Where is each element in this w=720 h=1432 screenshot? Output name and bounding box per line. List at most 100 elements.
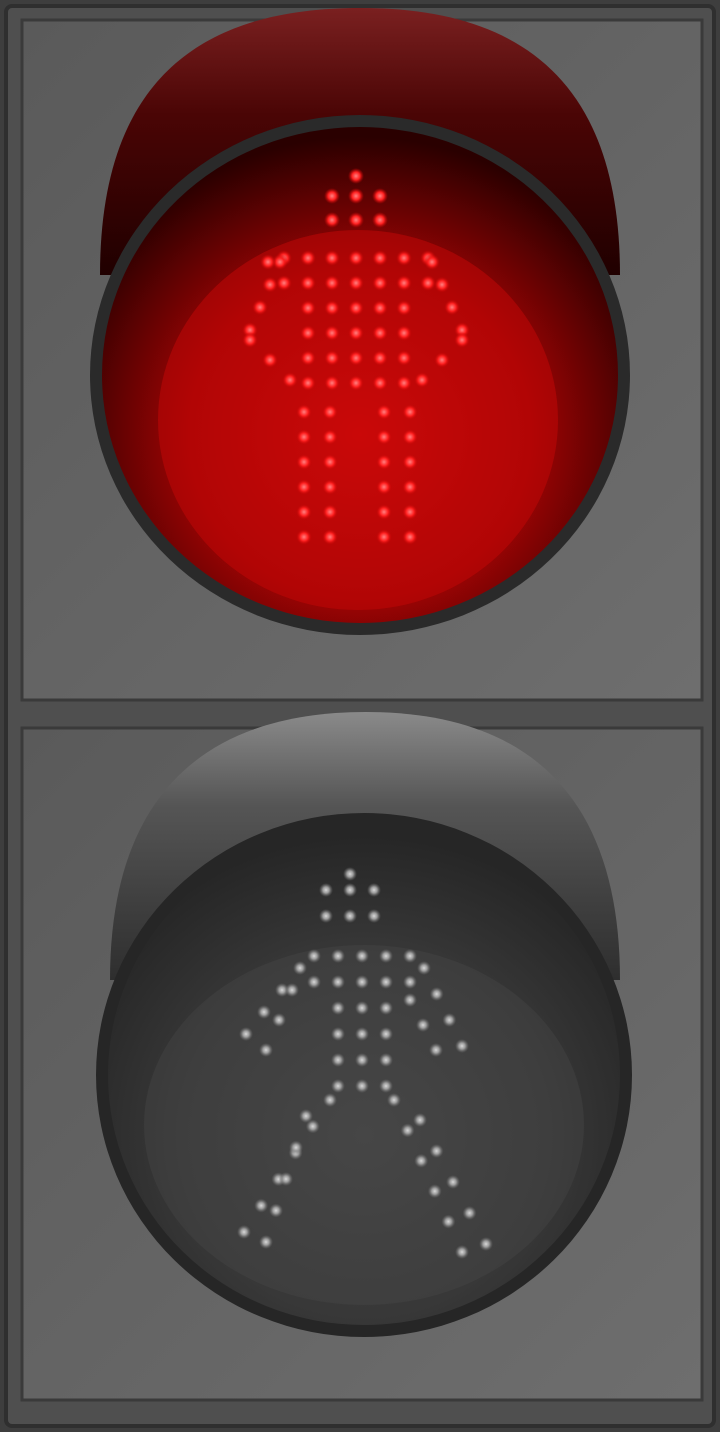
- led-dot: [324, 325, 340, 341]
- led-dot: [416, 1018, 430, 1032]
- led-dot: [293, 961, 307, 975]
- led-dot: [414, 372, 430, 388]
- led-dot: [300, 350, 316, 366]
- led-dot: [429, 1144, 444, 1158]
- led-dot: [376, 504, 392, 520]
- led-dot: [322, 479, 338, 495]
- led-dot: [343, 883, 357, 897]
- led-dot: [319, 883, 333, 897]
- led-dot: [355, 1001, 369, 1015]
- led-dot: [296, 429, 312, 445]
- led-dot: [331, 975, 345, 989]
- led-dot: [379, 975, 393, 989]
- led-dot: [239, 1027, 253, 1041]
- led-dot: [372, 212, 388, 228]
- led-dot: [462, 1206, 477, 1220]
- led-dot: [324, 300, 340, 316]
- led-dot: [376, 454, 392, 470]
- led-dot: [479, 1237, 493, 1251]
- led-dot: [403, 993, 417, 1007]
- led-dot: [348, 300, 364, 316]
- led-dot: [427, 1184, 442, 1199]
- led-dot: [396, 300, 412, 316]
- led-dot: [324, 275, 340, 291]
- led-dot: [257, 1005, 271, 1019]
- led-dot: [324, 375, 340, 391]
- led-dot: [413, 1113, 427, 1127]
- led-dot: [396, 350, 412, 366]
- led-dot: [242, 332, 258, 348]
- led-dot: [260, 254, 276, 270]
- led-dot: [396, 375, 412, 391]
- led-dot: [379, 1053, 393, 1067]
- led-dot: [442, 1013, 457, 1027]
- led-dot: [300, 300, 316, 316]
- led-dot: [296, 404, 312, 420]
- led-dot: [300, 275, 316, 291]
- led-dot: [343, 909, 357, 923]
- led-dot: [252, 299, 268, 316]
- led-dot: [296, 504, 312, 520]
- led-dot: [376, 429, 392, 445]
- led-dot: [434, 276, 450, 293]
- led-dot: [331, 1027, 345, 1041]
- led-dot: [296, 454, 312, 470]
- led-dot: [276, 275, 292, 291]
- led-dot: [372, 375, 388, 391]
- led-dot: [402, 529, 418, 545]
- walk-lamp-unit: [20, 712, 704, 1402]
- led-dot: [285, 983, 299, 997]
- led-dot: [372, 350, 388, 366]
- led-dot: [402, 454, 418, 470]
- led-dot: [372, 275, 388, 291]
- led-dot: [324, 250, 340, 266]
- led-dot: [348, 188, 364, 204]
- led-dot: [324, 212, 340, 228]
- led-dot: [379, 1001, 393, 1015]
- led-dot: [403, 975, 417, 989]
- led-dot: [396, 325, 412, 341]
- led-dot: [402, 404, 418, 420]
- led-dot: [307, 949, 321, 963]
- led-dot: [355, 1027, 369, 1041]
- led-dot: [254, 1198, 269, 1213]
- led-dot: [387, 1093, 401, 1107]
- led-dot: [300, 250, 316, 266]
- led-dot: [331, 1079, 345, 1093]
- led-dot: [444, 299, 460, 316]
- pedestrian-signal: [0, 0, 720, 1432]
- led-dot: [322, 454, 338, 470]
- led-dot: [454, 332, 470, 348]
- led-dot: [434, 352, 450, 368]
- led-dot: [289, 1140, 303, 1155]
- led-dot: [319, 909, 333, 923]
- led-dot: [396, 275, 412, 291]
- led-dot: [296, 479, 312, 495]
- led-dot: [272, 1013, 286, 1027]
- led-dot: [396, 250, 412, 266]
- led-dot: [259, 1235, 273, 1249]
- led-dot: [237, 1225, 251, 1239]
- led-dot: [414, 1153, 429, 1168]
- led-dot: [417, 961, 431, 975]
- led-dot: [322, 429, 338, 445]
- led-dot: [299, 1109, 313, 1123]
- led-dot: [348, 325, 364, 341]
- led-dot: [262, 352, 278, 368]
- led-dot: [402, 504, 418, 520]
- led-dot: [348, 350, 364, 366]
- led-dot: [455, 1245, 469, 1259]
- led-dot: [402, 429, 418, 445]
- led-dot: [379, 1079, 393, 1093]
- led-dot: [355, 975, 369, 989]
- led-dot: [372, 250, 388, 266]
- led-dot: [322, 404, 338, 420]
- led-dot: [348, 250, 364, 266]
- led-dot: [402, 479, 418, 495]
- led-dot: [324, 350, 340, 366]
- led-dot: [269, 1203, 283, 1218]
- stop-lamp-unit: [20, 8, 704, 702]
- led-dot: [322, 529, 338, 545]
- led-dot: [376, 529, 392, 545]
- led-dot: [446, 1175, 460, 1189]
